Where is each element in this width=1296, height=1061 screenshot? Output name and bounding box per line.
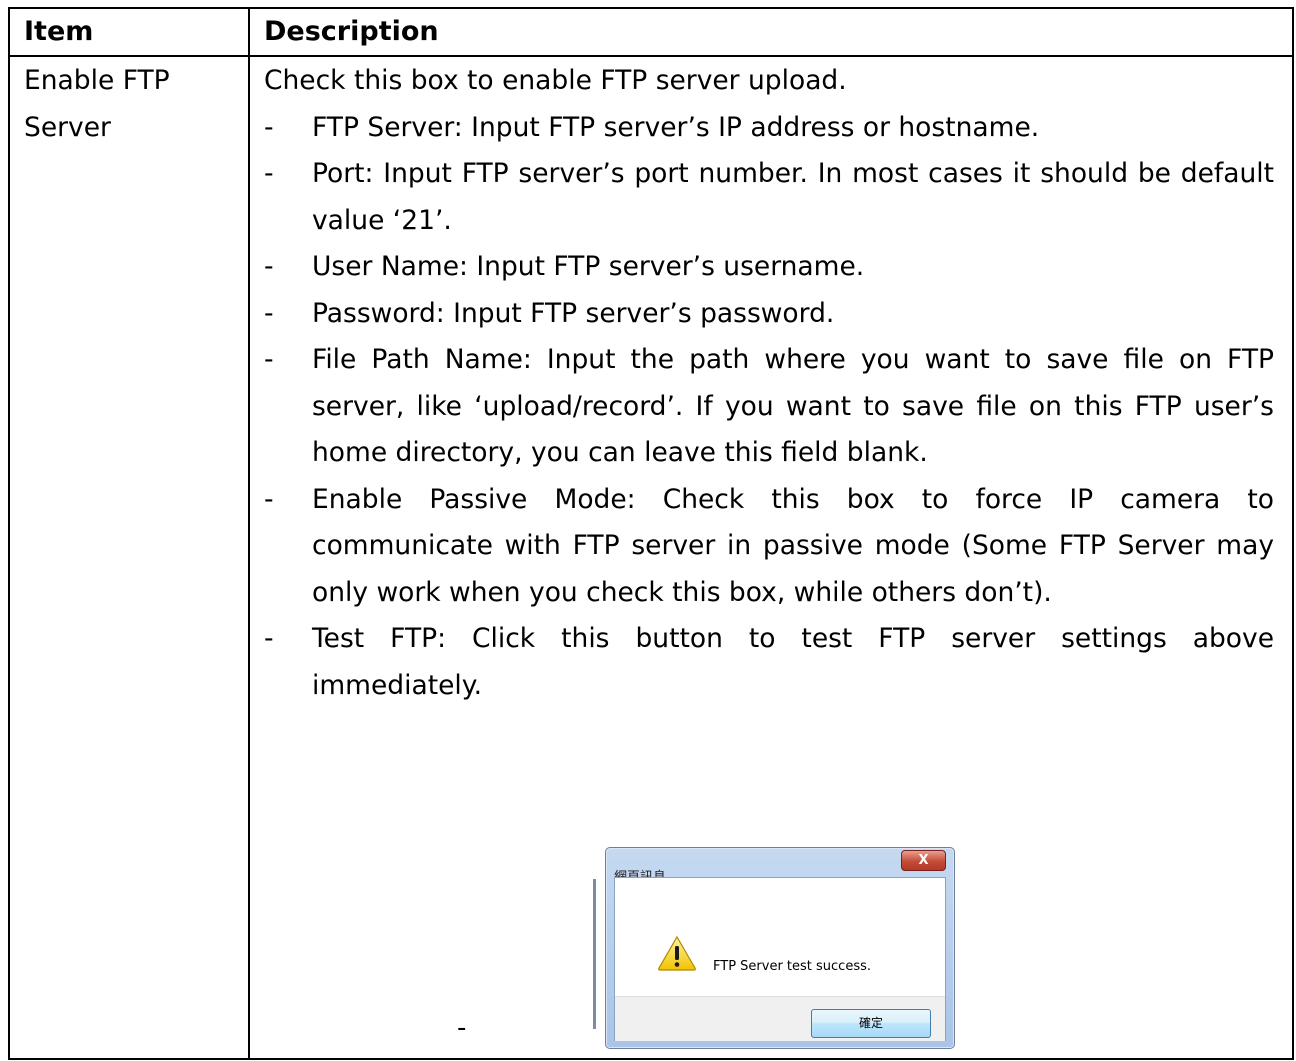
- bullet-dash: -: [264, 251, 274, 282]
- bullet-dash: -: [264, 344, 274, 375]
- bullet-item: - Port: Input FTP server’s port number. I…: [264, 151, 1274, 244]
- trailing-bullet-marker: -: [457, 1013, 467, 1043]
- bullet-item: - File Path Name: Input the path where yo…: [264, 337, 1274, 477]
- document-page: Item Description Enable FTP Server Check…: [0, 0, 1296, 1061]
- bullet-text: User Name: Input FTP server’s username.: [312, 251, 865, 282]
- bullet-item: - FTP Server: Input FTP server’s IP addre…: [264, 105, 1274, 152]
- dialog-message: FTP Server test success.: [713, 959, 872, 974]
- bullet-text: Test FTP: Click this button to test FTP …: [312, 623, 1274, 701]
- table-header-row: Item Description: [8, 7, 1294, 57]
- table-row: Enable FTP Server Check this box to enab…: [8, 55, 1294, 1060]
- top-text-fragment: [0, 0, 1296, 6]
- dialog-screenshot: 網頁訊息 X: [593, 847, 955, 1049]
- bullet-list: - FTP Server: Input FTP server’s IP addre…: [264, 105, 1274, 710]
- bullet-dash: -: [264, 158, 274, 189]
- bullet-item: - User Name: Input FTP server’s username.: [264, 244, 1274, 291]
- bullet-dash: -: [264, 483, 274, 515]
- description-intro: Check this box to enable FTP server uplo…: [264, 65, 847, 96]
- dialog-body: FTP Server test success. 確定: [614, 877, 946, 1041]
- bullet-item: - Enable Passive Mode: Check this box to …: [264, 477, 1274, 617]
- close-icon[interactable]: X: [901, 850, 946, 871]
- description-cell: Check this box to enable FTP server uplo…: [248, 55, 1294, 1060]
- item-name: Enable FTP Server: [24, 65, 170, 143]
- header-item: Item: [8, 7, 250, 57]
- message-dialog: 網頁訊息 X: [605, 847, 955, 1049]
- bullet-dash: -: [264, 111, 274, 143]
- bullet-text: FTP Server: Input FTP server’s IP addres…: [312, 111, 1040, 143]
- bullet-dash: -: [264, 297, 274, 329]
- dialog-shadow-edge: [593, 879, 596, 1029]
- dialog-message-area: FTP Server test success.: [615, 878, 945, 996]
- ok-button[interactable]: 確定: [811, 1009, 931, 1038]
- item-cell: Enable FTP Server: [8, 55, 250, 1060]
- dialog-footer: 確定: [615, 996, 945, 1041]
- bullet-dash: -: [264, 623, 274, 654]
- bullet-item: - Test FTP: Click this button to test FTP…: [264, 616, 1274, 709]
- header-description: Description: [248, 7, 1294, 57]
- bullet-text: Port: Input FTP server’s port number. In…: [312, 158, 1274, 236]
- bullet-text: Enable Passive Mode: Check this box to f…: [312, 483, 1274, 608]
- warning-icon: [658, 935, 696, 971]
- bullet-text: Password: Input FTP server’s password.: [312, 297, 835, 329]
- bullet-item: - Password: Input FTP server’s password.: [264, 291, 1274, 338]
- bullet-text: File Path Name: Input the path where you…: [312, 344, 1274, 468]
- settings-table: Item Description Enable FTP Server Check…: [8, 7, 1294, 1060]
